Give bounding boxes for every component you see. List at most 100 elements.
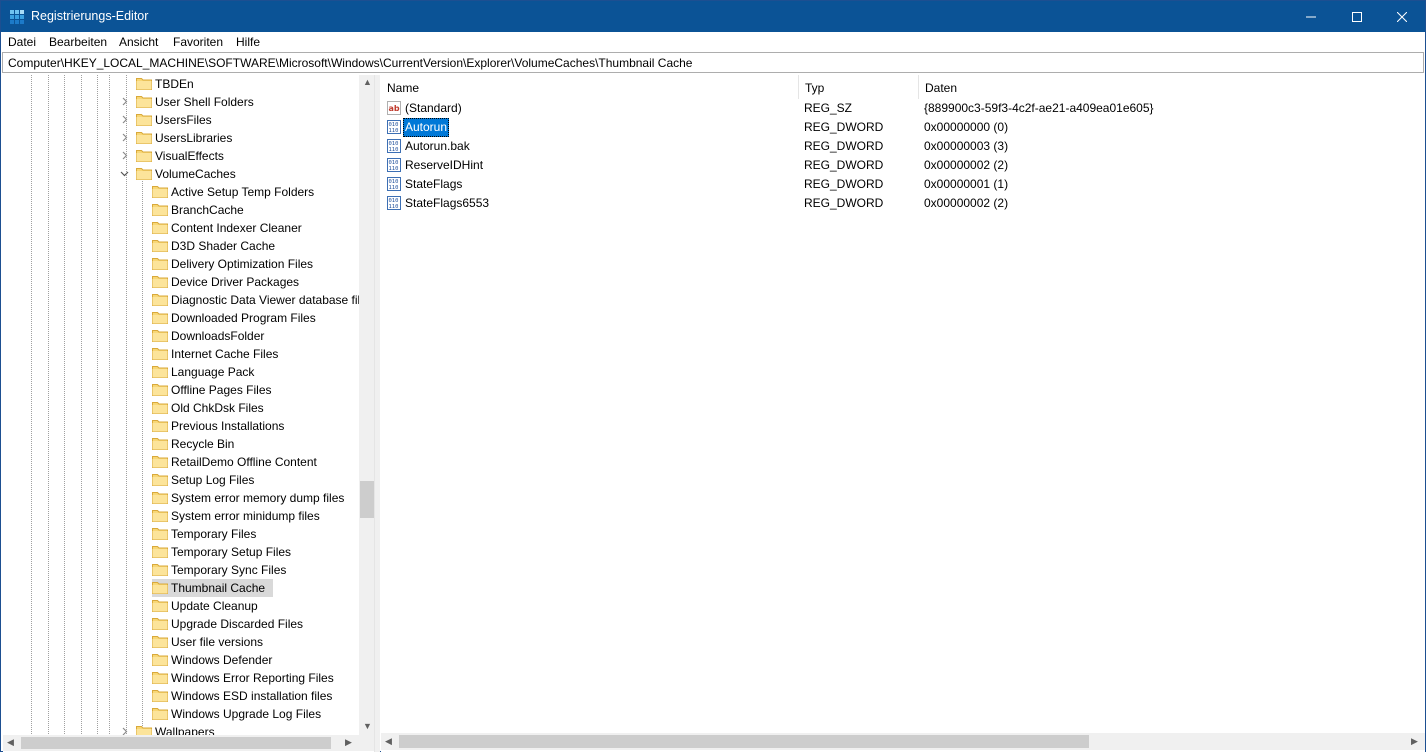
scroll-right-icon[interactable]: ▶	[345, 737, 352, 748]
tree-item-user-file-versions[interactable]: User file versions	[3, 633, 359, 651]
column-header-data[interactable]: Daten	[919, 75, 1425, 99]
minimize-button[interactable]	[1288, 1, 1334, 32]
tree-horizontal-scroll-thumb[interactable]	[21, 737, 331, 749]
tree-item-visualeffects[interactable]: VisualEffects	[3, 147, 359, 165]
close-button[interactable]	[1379, 1, 1425, 32]
folder-icon	[152, 672, 168, 684]
menu-favoriten[interactable]: Favoriten	[173, 35, 223, 49]
pane-splitter[interactable]	[375, 75, 380, 752]
tree-item-downloadsfolder[interactable]: DownloadsFolder	[3, 327, 359, 345]
value-row[interactable]: 010 110 Autorun REG_DWORD 0x00000000 (0)	[385, 118, 1415, 137]
key-tree-pane[interactable]: TBDEn User Shell Folders UsersFiles UsersLi…	[3, 75, 375, 752]
tree-item-old-chkdsk-files[interactable]: Old ChkDsk Files	[3, 399, 359, 417]
address-bar[interactable]: Computer\HKEY_LOCAL_MACHINE\SOFTWARE\Mic…	[2, 52, 1424, 73]
tree-item-d3d-shader-cache[interactable]: D3D Shader Cache	[3, 237, 359, 255]
svg-text:110: 110	[389, 166, 399, 172]
folder-icon	[136, 96, 152, 108]
scroll-down-icon[interactable]: ▼	[363, 721, 372, 731]
tree-item-device-driver-packages[interactable]: Device Driver Packages	[3, 273, 359, 291]
value-row[interactable]: 010 110 ReserveIDHint REG_DWORD 0x00000002 (…	[385, 156, 1415, 175]
chevron-right-icon[interactable]	[120, 151, 129, 160]
tree-vertical-scrollbar[interactable]: ▲ ▼	[359, 75, 374, 735]
tree-item-recycle-bin[interactable]: Recycle Bin	[3, 435, 359, 453]
tree-item-temporary-sync-files[interactable]: Temporary Sync Files	[3, 561, 359, 579]
tree-item-windows-upgrade-log-files[interactable]: Windows Upgrade Log Files	[3, 705, 359, 723]
tree-item-thumbnail-cache[interactable]: Thumbnail Cache	[3, 579, 359, 597]
tree-item-content-indexer-cleaner[interactable]: Content Indexer Cleaner	[3, 219, 359, 237]
chevron-right-icon[interactable]	[120, 97, 129, 106]
menu-bearbeiten[interactable]: Bearbeiten	[49, 35, 107, 49]
value-type: REG_DWORD	[804, 158, 884, 172]
chevron-down-icon[interactable]	[120, 169, 129, 178]
value-row[interactable]: ab (Standard) REG_SZ {889900c3-59f3-4c2f-ae…	[385, 99, 1415, 118]
tree-item-update-cleanup[interactable]: Update Cleanup	[3, 597, 359, 615]
folder-icon	[152, 654, 168, 666]
value-row[interactable]: 010 110 StateFlags6553 REG_DWORD 0x00000002 …	[385, 194, 1415, 213]
tree-item-downloaded-program-files[interactable]: Downloaded Program Files	[3, 309, 359, 327]
folder-icon	[152, 582, 168, 594]
scroll-right-icon[interactable]: ▶	[1411, 736, 1418, 747]
tree-item-retaildemo-offline-content[interactable]: RetailDemo Offline Content	[3, 453, 359, 471]
tree-item-upgrade-discarded-files[interactable]: Upgrade Discarded Files	[3, 615, 359, 633]
tree-item-system-error-minidump-files[interactable]: System error minidump files	[3, 507, 359, 525]
tree-item-label: Windows ESD installation files	[171, 689, 333, 703]
svg-text:110: 110	[389, 204, 399, 210]
binary-value-icon: 010110	[387, 177, 401, 191]
folder-icon	[136, 114, 152, 126]
menu-datei[interactable]: Datei	[8, 35, 36, 49]
chevron-right-icon[interactable]	[120, 133, 129, 142]
tree-item-active-setup-temp-folders[interactable]: Active Setup Temp Folders	[3, 183, 359, 201]
svg-text:ab: ab	[389, 104, 400, 113]
tree-item-userslibraries[interactable]: UsersLibraries	[3, 129, 359, 147]
menu-ansicht[interactable]: Ansicht	[119, 35, 158, 49]
tree-item-usersfiles[interactable]: UsersFiles	[3, 111, 359, 129]
tree-item-delivery-optimization-files[interactable]: Delivery Optimization Files	[3, 255, 359, 273]
value-row[interactable]: 010 110 StateFlags REG_DWORD 0x00000001 (1)	[385, 175, 1415, 194]
tree-item-tbden[interactable]: TBDEn	[3, 75, 359, 93]
column-header-type[interactable]: Typ	[799, 75, 919, 99]
chevron-right-icon[interactable]	[120, 115, 129, 124]
scroll-up-icon[interactable]: ▲	[363, 77, 372, 87]
values-horizontal-scroll-thumb[interactable]	[399, 735, 1089, 748]
folder-icon	[152, 474, 168, 486]
tree-item-offline-pages-files[interactable]: Offline Pages Files	[3, 381, 359, 399]
tree-item-label: VisualEffects	[155, 149, 224, 163]
folder-icon	[152, 690, 168, 702]
tree-item-branchcache[interactable]: BranchCache	[3, 201, 359, 219]
maximize-button[interactable]	[1334, 1, 1380, 32]
scroll-left-icon[interactable]: ◀	[385, 736, 392, 747]
tree-item-previous-installations[interactable]: Previous Installations	[3, 417, 359, 435]
tree-item-user-shell-folders[interactable]: User Shell Folders	[3, 93, 359, 111]
folder-icon	[152, 510, 168, 522]
folder-icon	[152, 240, 168, 252]
tree-item-diagnostic-data-viewer-database-fil[interactable]: Diagnostic Data Viewer database fil	[3, 291, 360, 309]
tree-item-language-pack[interactable]: Language Pack	[3, 363, 359, 381]
tree-item-label: UsersLibraries	[155, 131, 233, 145]
tree-item-label: TBDEn	[155, 77, 194, 91]
tree-item-windows-esd-installation-files[interactable]: Windows ESD installation files	[3, 687, 359, 705]
scroll-left-icon[interactable]: ◀	[7, 737, 14, 748]
values-horizontal-scrollbar[interactable]: ◀ ▶	[381, 733, 1425, 750]
address-path[interactable]: Computer\HKEY_LOCAL_MACHINE\SOFTWARE\Mic…	[8, 56, 692, 70]
tree-item-system-error-memory-dump-files[interactable]: System error memory dump files	[3, 489, 359, 507]
window-title: Registrierungs-Editor	[31, 9, 149, 23]
folder-icon	[152, 402, 168, 414]
tree-item-volumecaches[interactable]: VolumeCaches	[3, 165, 359, 183]
values-list-pane[interactable]: Name Typ Daten ab (Standard) REG_SZ {889900…	[381, 75, 1425, 752]
tree-item-windows-error-reporting-files[interactable]: Windows Error Reporting Files	[3, 669, 359, 687]
binary-value-icon: 010110	[387, 196, 401, 210]
column-header-name[interactable]: Name	[381, 75, 799, 99]
title-bar[interactable]: Registrierungs-Editor	[1, 1, 1425, 32]
folder-icon	[152, 564, 168, 576]
tree-item-internet-cache-files[interactable]: Internet Cache Files	[3, 345, 359, 363]
tree-item-windows-defender[interactable]: Windows Defender	[3, 651, 359, 669]
folder-icon	[152, 276, 168, 288]
tree-horizontal-scrollbar[interactable]: ◀ ▶	[3, 735, 359, 751]
tree-item-setup-log-files[interactable]: Setup Log Files	[3, 471, 359, 489]
folder-icon	[152, 330, 168, 342]
tree-vertical-scroll-thumb[interactable]	[360, 481, 374, 518]
menu-hilfe[interactable]: Hilfe	[236, 35, 260, 49]
value-row[interactable]: 010 110 Autorun.bak REG_DWORD 0x00000003 (3)	[385, 137, 1415, 156]
tree-item-temporary-files[interactable]: Temporary Files	[3, 525, 359, 543]
tree-item-temporary-setup-files[interactable]: Temporary Setup Files	[3, 543, 359, 561]
